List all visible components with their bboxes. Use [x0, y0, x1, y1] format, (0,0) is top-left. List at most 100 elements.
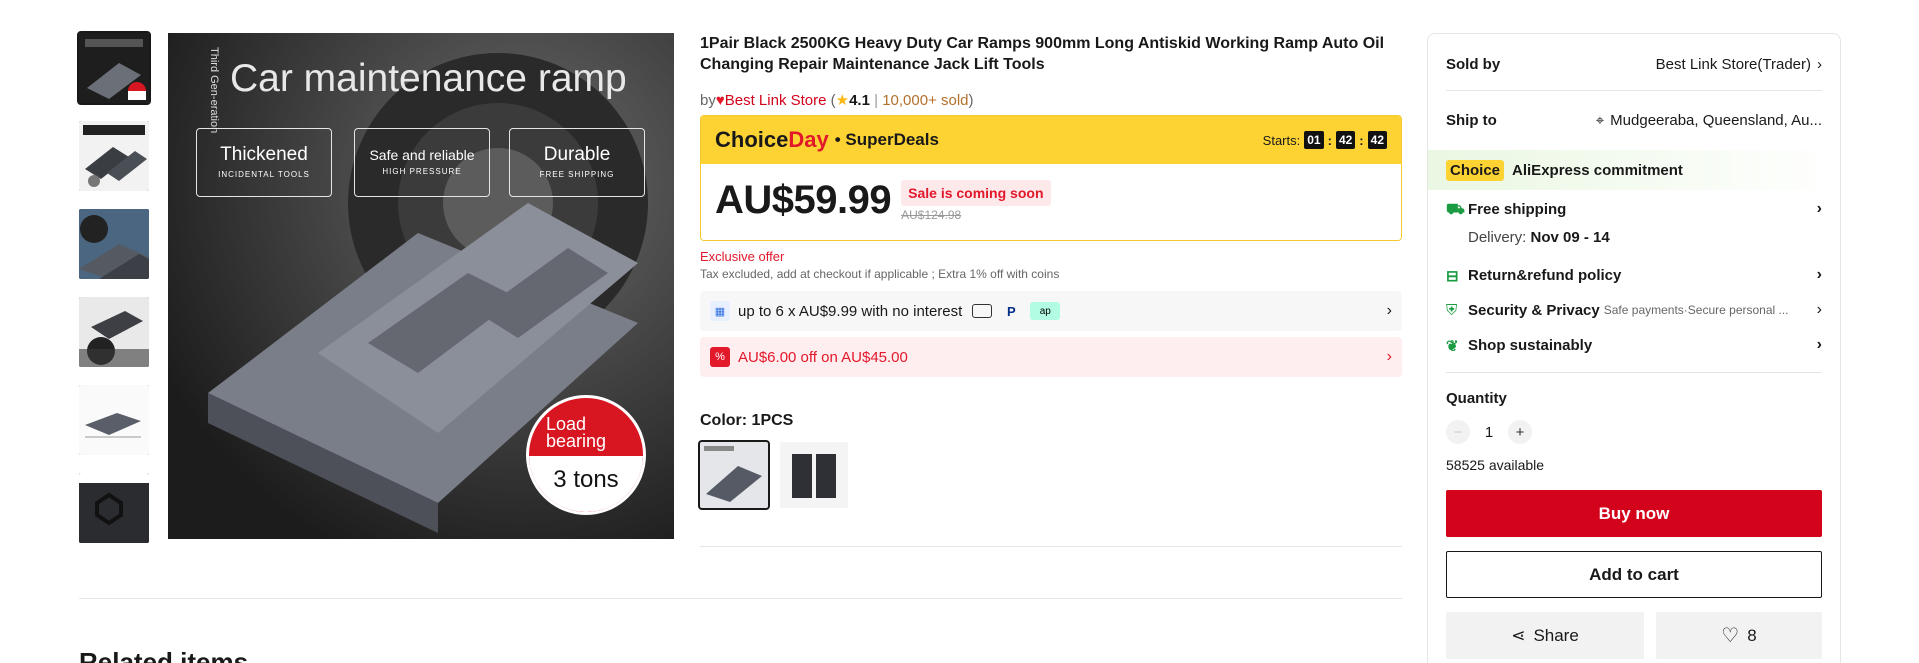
paren-close: ) — [968, 92, 974, 109]
day-word: Day — [788, 127, 829, 152]
separator: | — [874, 92, 879, 109]
thumbnail-5[interactable] — [79, 385, 149, 455]
free-shipping-row[interactable]: ⛟ Free shipping › — [1446, 194, 1822, 224]
store-meta: by♥Best Link Store (★4.1 | 10,000+ sold) — [700, 91, 1402, 109]
location-pin-icon: ⌖ — [1595, 111, 1605, 129]
wishlist-button[interactable]: ♡ 8 — [1656, 612, 1822, 659]
sold-count: 10,000+ sold — [882, 92, 969, 109]
choiceday-logo: ChoiceDay — [715, 127, 829, 153]
heart-icon: ♡ — [1721, 625, 1740, 647]
wishlist-count: 8 — [1747, 625, 1757, 645]
sold-by-value: Best Link Store(Trader) — [1655, 55, 1811, 73]
badge-top-text: Load bearing — [546, 414, 607, 451]
truck-icon: ⛟ — [1446, 201, 1465, 218]
return-box-icon: ⊟ — [1446, 268, 1459, 285]
panel-divider — [1446, 372, 1822, 373]
decrement-button[interactable]: − — [1446, 420, 1470, 444]
starts-label: Starts: — [1262, 132, 1301, 148]
ship-to-text: Mudgeeraba, Queensland, Au... — [1610, 111, 1822, 129]
installments-row[interactable]: ▦ up to 6 x AU$9.99 with no interest P a… — [700, 291, 1402, 331]
store-icon: ♥ — [715, 92, 725, 109]
countdown-hours: 01 — [1304, 131, 1324, 149]
sale-info: Sale is coming soon AU$124.98 — [901, 180, 1051, 222]
countdown: Starts: 01 : 42 : 42 — [1263, 131, 1387, 149]
price-card: ChoiceDay • SuperDeals Starts: 01 : 42 :… — [700, 115, 1402, 241]
section-divider — [700, 546, 1402, 547]
thumbnail-strip — [77, 31, 151, 561]
exclusive-offer: Exclusive offer — [700, 249, 785, 264]
increment-button[interactable]: + — [1508, 420, 1532, 444]
chevron-right-icon: › — [1817, 55, 1822, 73]
sold-by-row[interactable]: Sold by Best Link Store(Trader) › — [1446, 44, 1822, 84]
thumbnail-6[interactable] — [79, 473, 149, 543]
quantity-label: Quantity — [1446, 389, 1507, 407]
superdeals-label: • SuperDeals — [834, 130, 939, 149]
feature-subtitle: INCIDENTAL TOOLS — [218, 170, 310, 179]
feature-title: Safe and reliable — [369, 147, 475, 163]
current-price: AU$59.99 — [715, 178, 892, 222]
calendar-icon: ▦ — [710, 301, 730, 321]
countdown-colon: : — [1359, 132, 1364, 148]
image-headline: Car maintenance ramp — [230, 57, 627, 100]
ship-to-value: ⌖ Mudgeeraba, Queensland, Au... — [1596, 112, 1822, 129]
return-policy-text: Return&refund policy — [1468, 266, 1622, 284]
product-title: 1Pair Black 2500KG Heavy Duty Car Ramps … — [700, 35, 1385, 73]
share-label: Share — [1533, 625, 1579, 645]
rating-value[interactable]: 4.1 — [849, 92, 870, 109]
sustainability-row[interactable]: ❦ Shop sustainably › — [1446, 330, 1822, 360]
price-body: AU$59.99 Sale is coming soon AU$124.98 — [701, 164, 1401, 240]
add-to-cart-button[interactable]: Add to cart — [1446, 551, 1822, 598]
related-items-heading: Related items — [79, 647, 249, 663]
original-price: AU$124.98 — [901, 208, 962, 222]
commitment-banner: Choice AliExpress commitment — [1428, 150, 1840, 190]
thumbnail-1[interactable] — [77, 31, 151, 105]
share-icon: ⋖ — [1511, 625, 1526, 645]
chevron-right-icon: › — [1816, 336, 1822, 353]
buy-now-button[interactable]: Buy now — [1446, 490, 1822, 537]
coupon-row[interactable]: % AU$6.00 off on AU$45.00 › — [700, 337, 1402, 377]
shield-check-icon: ⛨ — [1446, 302, 1458, 319]
chevron-right-icon: › — [1386, 302, 1392, 319]
generation-text: Third Gen-eration — [208, 47, 220, 133]
feature-box-thickened: Thickened INCIDENTAL TOOLS — [196, 128, 332, 197]
swatch-1pcs[interactable] — [698, 440, 770, 510]
coupon-text: AU$6.00 off on AU$45.00 — [738, 348, 908, 366]
thumbnail-2[interactable] — [79, 121, 149, 191]
return-policy-row[interactable]: ⊟ Return&refund policy › — [1446, 260, 1822, 290]
chevron-right-icon: › — [1386, 348, 1392, 365]
store-link[interactable]: Best Link Store — [725, 92, 827, 109]
color-swatches — [698, 440, 1402, 510]
free-shipping-text: Free shipping — [1468, 200, 1567, 218]
ship-to-row[interactable]: Ship to ⌖ Mudgeeraba, Queensland, Au... — [1446, 98, 1822, 142]
countdown-seconds: 42 — [1367, 131, 1387, 149]
security-subtext: Safe payments·Secure personal ... — [1603, 303, 1789, 317]
delivery-label: Delivery: — [1468, 228, 1527, 246]
thumbnail-3[interactable] — [79, 209, 149, 279]
feature-title: Durable — [543, 144, 611, 165]
load-bearing-badge: Load bearing 3 tons — [526, 395, 646, 515]
security-text: Security & Privacy — [1468, 301, 1600, 319]
delivery-row: Delivery: Nov 09 - 14 — [1446, 224, 1822, 250]
security-row[interactable]: ⛨ Security & Privacy Safe payments·Secur… — [1446, 295, 1822, 325]
share-button[interactable]: ⋖ Share — [1446, 612, 1644, 659]
countdown-colon: : — [1327, 132, 1332, 148]
choiceday-banner: ChoiceDay • SuperDeals Starts: 01 : 42 :… — [701, 116, 1401, 164]
afterpay-icon: ap — [1030, 302, 1061, 320]
choice-tag: Choice — [1446, 159, 1505, 181]
chevron-right-icon: › — [1816, 200, 1822, 217]
feature-box-safe: Safe and reliable HIGH PRESSURE — [354, 128, 490, 197]
thumbnail-4[interactable] — [79, 297, 149, 367]
installments-text: up to 6 x AU$9.99 with no interest — [738, 302, 963, 320]
by-prefix: by — [700, 92, 716, 109]
purchase-panel: Sold by Best Link Store(Trader) › Ship t… — [1427, 33, 1841, 663]
main-product-image[interactable]: Third Gen-eration Car maintenance ramp T… — [168, 33, 674, 539]
feature-subtitle: HIGH PRESSURE — [382, 167, 462, 176]
swatch-1pair[interactable] — [780, 442, 848, 508]
coupon-icon: % — [710, 347, 730, 367]
feature-title: Thickened — [220, 144, 308, 165]
quantity-value[interactable]: 1 — [1482, 424, 1496, 441]
available-text: 58525 available — [1446, 457, 1545, 473]
feature-subtitle: FREE SHIPPING — [539, 170, 615, 179]
sale-badge: Sale is coming soon — [901, 180, 1051, 206]
paypal-icon: P — [1006, 303, 1016, 319]
